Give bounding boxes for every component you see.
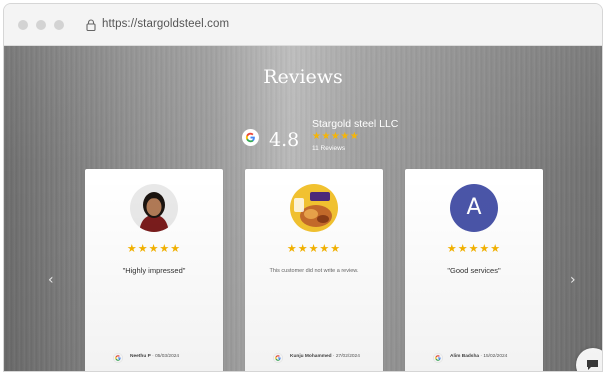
- google-icon: [242, 129, 259, 146]
- chat-button[interactable]: [576, 348, 602, 371]
- reviewer-info: Neethu P · 05/03/2024: [130, 354, 179, 359]
- browser-window: https://stargoldsteel.com Reviews 4.8 St…: [3, 3, 603, 372]
- carousel-prev-button[interactable]: ‹: [48, 272, 54, 288]
- avatar: [130, 184, 178, 232]
- google-icon: [273, 353, 283, 363]
- review-date: · 05/03/2024: [152, 354, 180, 359]
- review-text: "Good services": [447, 266, 501, 275]
- review-text: "Highly impressed": [122, 266, 186, 275]
- lock-icon: [86, 19, 96, 31]
- window-minimize-dot[interactable]: [36, 20, 46, 30]
- rating-stars: ★★★★★: [126, 243, 182, 255]
- avatar: [290, 184, 338, 232]
- review-date: · 27/02/2024: [332, 354, 360, 359]
- reviewer-name: Neethu P: [130, 354, 151, 359]
- review-text: This customer did not write a review.: [269, 268, 359, 274]
- rating-stars: ★★★★★: [286, 243, 342, 255]
- rating-value: 4.8: [269, 129, 300, 151]
- window-maximize-dot[interactable]: [54, 20, 64, 30]
- rating-stars: ★★★★★: [446, 243, 502, 255]
- reviewer-info: Alim Badsha · 15/02/2024: [450, 354, 507, 359]
- reviews-section: Reviews 4.8 Stargold steel LLC ★★★★★ 11 …: [4, 46, 602, 371]
- review-card[interactable]: ★★★★★ This customer did not write a revi…: [245, 169, 383, 371]
- reviewer-name: Kunju Mohammed: [290, 354, 332, 359]
- page-title: Reviews: [263, 66, 343, 88]
- review-card[interactable]: A ★★★★★ "Good services" Alim Badsha · 15…: [405, 169, 543, 371]
- carousel-next-button[interactable]: ›: [570, 272, 576, 288]
- reviewer-info: Kunju Mohammed · 27/02/2024: [290, 354, 360, 359]
- window-close-dot[interactable]: [18, 20, 28, 30]
- avatar: A: [450, 184, 498, 232]
- reviewer-name: Alim Badsha: [450, 354, 480, 359]
- summary-stars: ★★★★★: [312, 131, 360, 142]
- review-card[interactable]: ★★★★★ "Highly impressed" Neethu P · 05/0…: [85, 169, 223, 371]
- business-name: Stargold steel LLC: [312, 118, 399, 130]
- chat-icon: [587, 360, 598, 370]
- address-bar[interactable]: https://stargoldsteel.com: [102, 18, 229, 30]
- google-icon: [433, 353, 443, 363]
- browser-toolbar: https://stargoldsteel.com: [4, 4, 602, 46]
- google-icon: [113, 353, 123, 363]
- review-count[interactable]: 11 Reviews: [312, 145, 345, 152]
- review-date: · 15/02/2024: [480, 354, 508, 359]
